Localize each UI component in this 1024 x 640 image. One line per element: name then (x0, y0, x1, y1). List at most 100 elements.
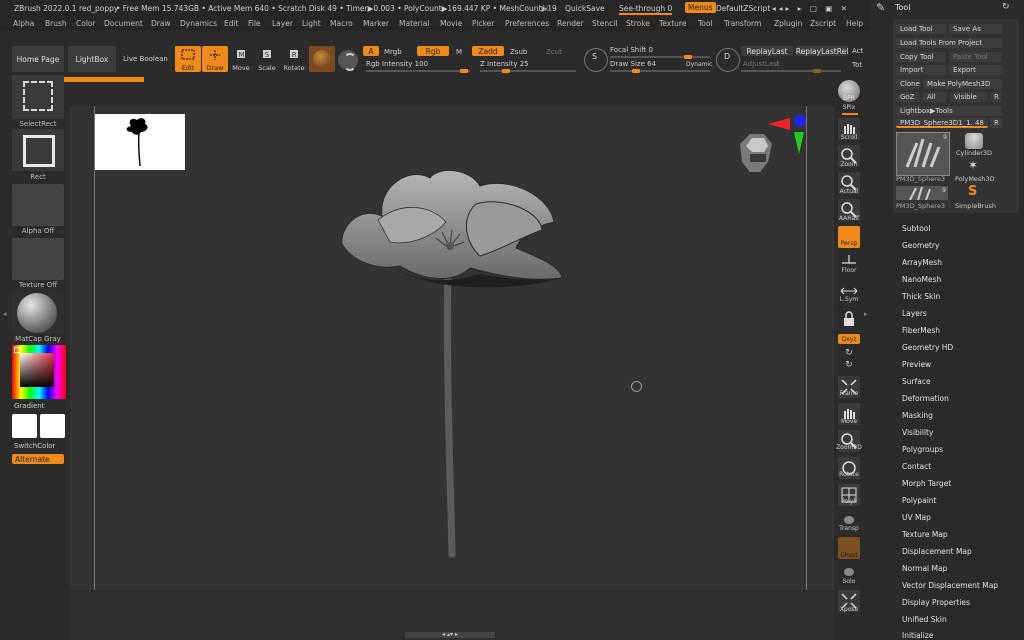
menu-marker[interactable]: Marker (363, 19, 389, 28)
load-tool-button[interactable]: Load Tool (896, 24, 946, 34)
menu-macro[interactable]: Macro (330, 19, 353, 28)
live-boolean-button[interactable]: Live Boolean (123, 55, 168, 63)
adjustlast-knob[interactable] (813, 69, 821, 73)
subpalette-layers[interactable]: Layers (902, 309, 927, 318)
menu-dynamics[interactable]: Dynamics (180, 19, 217, 28)
menu-file[interactable]: File (248, 19, 261, 28)
copy-tool-button[interactable]: Copy Tool (896, 52, 946, 62)
bottom-expand-handle-icon[interactable]: ◂ ▴▾ ▸ (405, 632, 495, 638)
right-collapse-icon[interactable]: ▸ (864, 310, 868, 318)
alternate-toggle[interactable]: Alternate (12, 454, 64, 464)
rotate-y-icon[interactable]: ↻ (834, 348, 864, 358)
clone-button[interactable]: Clone (896, 79, 920, 89)
lock-button[interactable] (838, 308, 860, 330)
subpalette-contact[interactable]: Contact (902, 462, 931, 471)
lightbox-tools-button[interactable]: Lightbox▶Tools (896, 106, 1002, 116)
menu-alpha[interactable]: Alpha (13, 19, 34, 28)
zsub-toggle[interactable]: Zsub (510, 48, 527, 56)
navigator-thumbnail[interactable] (95, 114, 185, 170)
menus-toggle[interactable]: Menus (685, 2, 716, 13)
goz-visible-button[interactable]: Visible (950, 92, 988, 102)
subpalette-fibermesh[interactable]: FiberMesh (902, 326, 940, 335)
current-tool-slider[interactable]: PM3D_Sphere3D1_1. 48 (896, 118, 988, 128)
mrgb-toggle[interactable]: Mrgb (384, 48, 402, 56)
subpalette-morph-target[interactable]: Morph Target (902, 479, 951, 488)
subpalette-normal-map[interactable]: Normal Map (902, 564, 947, 573)
spix-label[interactable]: SPix (834, 104, 864, 111)
subpalette-preview[interactable]: Preview (902, 360, 931, 369)
menu-zplugin[interactable]: Zplugin (774, 19, 802, 28)
make-polymesh3d-button[interactable]: Make PolyMesh3D (923, 79, 1002, 89)
goz-r-button[interactable]: R (990, 92, 1002, 102)
subpalette-nanomesh[interactable]: NanoMesh (902, 275, 941, 284)
z-intensity-slider[interactable] (480, 69, 576, 73)
subpalette-visibility[interactable]: Visibility (902, 428, 933, 437)
rotate-z-icon[interactable]: ↻ (834, 360, 864, 370)
focal-shift-knob[interactable] (684, 55, 692, 59)
orientation-gizmo-icon[interactable] (734, 110, 814, 190)
replaylastrel-button[interactable]: ReplayLastRel (796, 46, 848, 56)
reset-icon[interactable]: ↻ (1002, 2, 1010, 12)
menu-tool[interactable]: Tool (698, 19, 713, 28)
subpalette-arraymesh[interactable]: ArrayMesh (902, 258, 942, 267)
color-picker[interactable] (12, 345, 66, 399)
subpalette-polygroups[interactable]: Polygroups (902, 445, 943, 454)
rgb-intensity-knob[interactable] (460, 69, 468, 73)
zcut-toggle[interactable]: Zcut (546, 48, 562, 56)
spix-slider[interactable] (842, 113, 858, 115)
subpalette-texture-map[interactable]: Texture Map (902, 530, 948, 539)
subpalette-geometry[interactable]: Geometry (902, 241, 939, 250)
menu-layer[interactable]: Layer (272, 19, 293, 28)
alpha-button[interactable] (12, 184, 64, 226)
rgb-toggle[interactable]: Rgb (417, 46, 449, 56)
adjustlast-button[interactable]: AdjustLast (743, 60, 779, 68)
menu-help[interactable]: Help (846, 19, 863, 28)
menu-document[interactable]: Document (104, 19, 143, 28)
simplebrush-icon[interactable]: S (968, 184, 977, 199)
menu-movie[interactable]: Movie (440, 19, 462, 28)
menu-edit[interactable]: Edit (224, 19, 239, 28)
draw-size-knob[interactable] (632, 69, 640, 73)
tool-thumb-pm3d-sphere-2[interactable]: 9 (896, 186, 948, 201)
subpalette-surface[interactable]: Surface (902, 377, 931, 386)
secondary-color-swatch[interactable] (40, 414, 65, 438)
dynamic-toggle[interactable]: Dynamic (686, 61, 712, 68)
matcap-button[interactable] (12, 292, 64, 334)
import-button[interactable]: Import (896, 65, 946, 75)
move-mode-button[interactable]: M Move (228, 46, 254, 72)
m-toggle[interactable]: M (456, 48, 462, 56)
menu-texture[interactable]: Texture (659, 19, 686, 28)
focal-shift-slider[interactable] (610, 55, 710, 59)
load-tools-from-project-button[interactable]: Load Tools From Project (896, 38, 1002, 48)
subpalette-displacement-map[interactable]: Displacement Map (902, 547, 972, 556)
switchcolor-button[interactable]: SwitchColor (14, 442, 55, 450)
edit-mode-button[interactable]: Edit (175, 46, 201, 72)
home-page-button[interactable]: Home Page (12, 46, 64, 72)
subpalette-initialize[interactable]: Initialize (902, 631, 933, 640)
adjustlast-slider[interactable] (741, 69, 841, 73)
subpalette-vector-displacement-map[interactable]: Vector Displacement Map (902, 581, 998, 590)
export-button[interactable]: Export (949, 65, 1002, 75)
goz-button[interactable]: GoZ (896, 92, 920, 102)
menu-brush[interactable]: Brush (45, 19, 67, 28)
subpalette-subtool[interactable]: Subtool (902, 224, 930, 233)
focal-shift-icon[interactable]: S (584, 48, 608, 72)
stroke-icon[interactable] (338, 50, 358, 71)
subpalette-unified-skin[interactable]: Unified Skin (902, 615, 947, 624)
subpalette-uv-map[interactable]: UV Map (902, 513, 931, 522)
menu-preferences[interactable]: Preferences (505, 19, 549, 28)
menu-light[interactable]: Light (302, 19, 321, 28)
menu-material[interactable]: Material (399, 19, 429, 28)
menu-draw[interactable]: Draw (151, 19, 171, 28)
tool-palette-title[interactable]: Tool (895, 3, 911, 12)
menu-picker[interactable]: Picker (472, 19, 494, 28)
document-canvas[interactable] (70, 106, 834, 590)
material-swatch[interactable] (309, 46, 335, 72)
draw-mode-button[interactable]: Draw (202, 46, 228, 72)
a-toggle[interactable]: A (363, 46, 379, 56)
scale-mode-button[interactable]: S Scale (254, 46, 280, 72)
menu-zscript[interactable]: Zscript (810, 19, 836, 28)
subpalette-polypaint[interactable]: Polypaint (902, 496, 937, 505)
left-collapse-icon[interactable]: ◂ (3, 310, 7, 318)
window-controls-icon[interactable]: ◂◂▸ ▸ ▢ ▣ ✕ (772, 4, 850, 13)
